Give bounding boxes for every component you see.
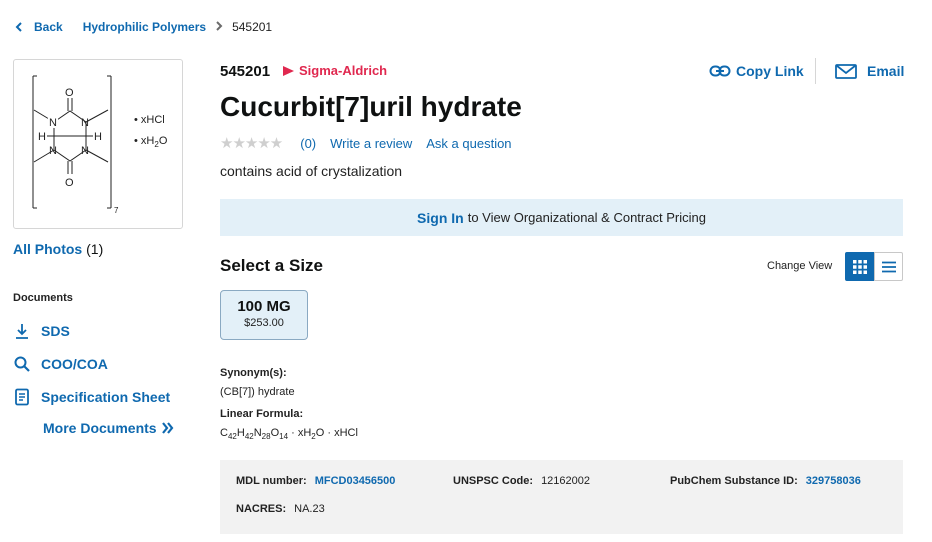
properties-panel: MDL number: MFCD03456500 UNSPSC Code: 12… [220, 460, 903, 534]
linear-formula-label: Linear Formula: [220, 408, 304, 420]
unspsc-code: UNSPSC Code: 12162002 [453, 475, 590, 487]
action-divider [815, 58, 816, 84]
review-count[interactable]: (0) [300, 136, 316, 151]
sds-link[interactable]: SDS [13, 321, 70, 341]
svg-text:N: N [49, 145, 57, 157]
all-photos-link[interactable]: All Photos (1) [13, 241, 103, 257]
svg-text:N: N [81, 145, 89, 157]
ask-question-link[interactable]: Ask a question [426, 136, 511, 151]
grid-view-button[interactable] [845, 252, 874, 281]
size-option-price: $253.00 [244, 317, 284, 329]
specification-sheet-link[interactable]: Specification Sheet [13, 387, 170, 407]
documents-heading: Documents [13, 292, 73, 304]
mdl-value-link[interactable]: MFCD03456500 [315, 475, 396, 487]
svg-text:• xHCl: • xHCl [134, 114, 165, 126]
brand-logo[interactable]: Sigma-Aldrich [283, 63, 387, 78]
svg-text:O: O [65, 87, 74, 99]
formula-part: C [220, 427, 228, 439]
linear-formula-value: C42H42N28O14 · xH2O · xHCl [220, 427, 358, 441]
svg-text:• xH2O: • xH2O [134, 135, 168, 149]
more-documents-link[interactable]: More Documents [43, 420, 175, 436]
coo-coa-link[interactable]: COO/COA [13, 354, 108, 374]
nacres: NACRES: NA.23 [236, 503, 325, 515]
signin-banner: Sign In to View Organizational & Contrac… [220, 199, 903, 236]
formula-subscript: 42 [244, 432, 254, 442]
search-icon [14, 356, 30, 372]
all-photos-label: All Photos [13, 241, 83, 257]
chevron-left-icon [15, 22, 22, 32]
water-label-end: O [159, 135, 168, 147]
more-documents-label: More Documents [43, 420, 157, 436]
pubchem-label: PubChem Substance ID: [670, 475, 798, 487]
write-review-link[interactable]: Write a review [330, 136, 412, 151]
mdl-label: MDL number: [236, 475, 307, 487]
star-rating-icon: ★★★★★ [220, 135, 283, 152]
svg-text:H: H [94, 131, 102, 143]
synonyms-label: Synonym(s): [220, 367, 287, 379]
grid-icon [852, 259, 867, 274]
product-title: Cucurbit[7]uril hydrate [220, 91, 522, 122]
chevron-right-icon [215, 20, 223, 34]
repeat-count: 7 [114, 206, 119, 215]
water-label: xH [141, 135, 155, 147]
formula-subscript: 42 [227, 432, 237, 442]
copy-link-button[interactable]: Copy Link [709, 63, 804, 79]
signin-link[interactable]: Sign In [417, 210, 464, 226]
list-view-button[interactable] [874, 252, 903, 281]
unspsc-value: 12162002 [541, 475, 591, 487]
pubchem-substance-id: PubChem Substance ID: 329758036 [670, 475, 861, 487]
coo-coa-label: COO/COA [41, 356, 108, 372]
nacres-label: NACRES: [236, 503, 287, 515]
brand-name: Sigma-Aldrich [299, 63, 388, 78]
breadcrumb: Back Hydrophilic Polymers 545201 [14, 18, 272, 36]
download-icon [16, 324, 28, 339]
breadcrumb-category[interactable]: Hydrophilic Polymers [83, 20, 206, 34]
product-description: contains acid of crystalization [220, 163, 403, 179]
mdl-number: MDL number: MFCD03456500 [236, 475, 395, 487]
link-icon [709, 65, 731, 77]
specification-sheet-label: Specification Sheet [41, 389, 171, 405]
svg-text:H: H [38, 131, 46, 143]
formula-subscript: 28 [261, 432, 271, 442]
sds-label: SDS [41, 323, 70, 339]
copy-link-label: Copy Link [736, 63, 804, 79]
formula-subscript: 14 [279, 432, 289, 442]
formula-part: · xH [288, 427, 312, 439]
chemical-structure-image: O O N N N N N H H 7 • xHCl • xH2O [32, 75, 168, 215]
svg-text:N: N [49, 117, 57, 129]
select-size-heading: Select a Size [220, 256, 324, 275]
email-label: Email [867, 63, 905, 79]
double-chevron-right-icon [161, 422, 173, 434]
synonyms-value: (CB[7]) hydrate [220, 386, 295, 398]
formula-part: O [270, 427, 280, 439]
pubchem-value-link[interactable]: 329758036 [806, 475, 861, 487]
document-icon [15, 388, 29, 406]
formula-part: O · xHCl [315, 427, 358, 439]
email-button[interactable]: Email [835, 63, 904, 79]
product-number: 545201 [220, 63, 271, 80]
rating-row: ★★★★★ (0) Write a review Ask a question [220, 134, 526, 152]
envelope-icon [835, 63, 857, 79]
unspsc-label: UNSPSC Code: [453, 475, 534, 487]
back-link[interactable]: Back [14, 20, 63, 34]
svg-text:O: O [65, 177, 74, 189]
formula-part: N [253, 427, 262, 439]
salt-label: xHCl [141, 114, 165, 126]
size-option-size: 100 MG [237, 298, 291, 315]
breadcrumb-current: 545201 [232, 20, 273, 34]
back-label: Back [34, 20, 63, 34]
all-photos-count: (1) [86, 241, 104, 257]
brand-triangle-icon [283, 65, 294, 76]
change-view-label: Change View [767, 260, 833, 272]
nacres-value: NA.23 [294, 503, 325, 515]
product-image[interactable]: O O N N N N N H H 7 • xHCl • xH2O [13, 59, 183, 229]
size-option-card[interactable]: 100 MG $253.00 [220, 290, 308, 340]
signin-text: to View Organizational & Contract Pricin… [467, 210, 706, 225]
svg-text:N: N [81, 117, 89, 129]
list-icon [881, 261, 896, 272]
formula-part: H [236, 427, 245, 439]
